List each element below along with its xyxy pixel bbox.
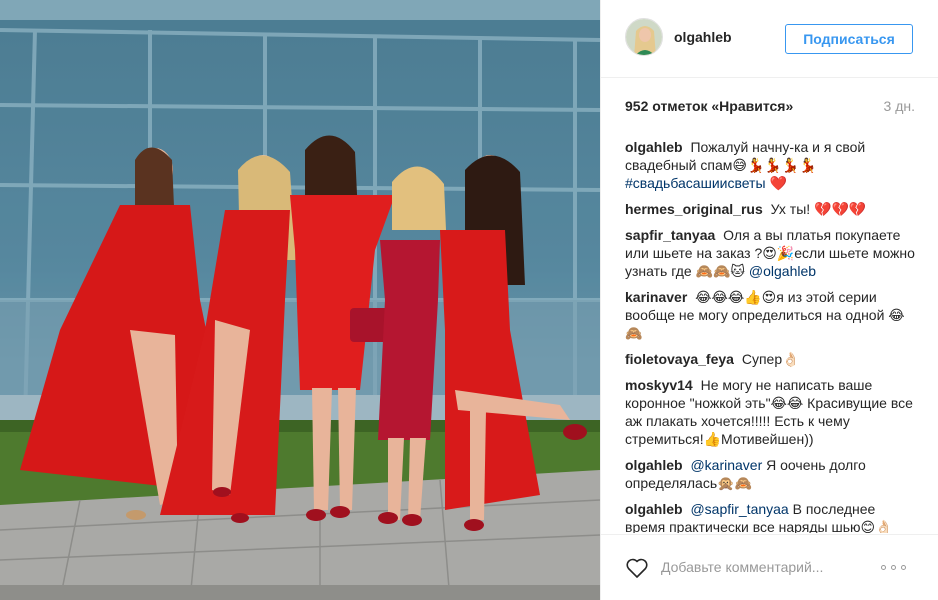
comment-author[interactable]: olgahleb xyxy=(625,501,683,517)
comment-item: olgahleb Пожалуй начну-ка и я свой сваде… xyxy=(625,138,917,192)
comment-text: Ух ты! 💔💔💔 xyxy=(770,201,867,217)
comment-item: olgahleb @karinaver Я оочень долго опред… xyxy=(625,456,917,492)
instagram-post-modal: olgahleb Подписаться 952 отметок «Нравит… xyxy=(0,0,938,600)
comment-item: fioletovaya_feya Супер👌🏻 xyxy=(625,350,917,368)
comment-author[interactable]: hermes_original_rus xyxy=(625,201,763,217)
comment-text: Супер👌🏻 xyxy=(741,351,800,367)
likes-row: 952 отметок «Нравится» 3 дн. xyxy=(625,98,915,116)
avatar-image xyxy=(626,19,662,55)
comment-author[interactable]: moskyv14 xyxy=(625,377,693,393)
comment-item: hermes_original_rus Ух ты! 💔💔💔 xyxy=(625,200,917,218)
post-side-panel: olgahleb Подписаться 952 отметок «Нравит… xyxy=(600,0,938,600)
comment-item: karinaver 😂😂😂👍😍я из этой серии вообще не… xyxy=(625,288,917,342)
comment-author[interactable]: fioletovaya_feya xyxy=(625,351,734,367)
comment-emoji: ❤️ xyxy=(769,175,787,191)
comment-item: moskyv14 Не могу не написать ваше коронн… xyxy=(625,376,917,448)
comment-author[interactable]: olgahleb xyxy=(625,457,683,473)
comment-hashtag[interactable]: #свадьбасашиисветы xyxy=(625,175,766,191)
dot xyxy=(881,564,886,570)
comment-author[interactable]: karinaver xyxy=(625,289,687,305)
post-header: olgahleb Подписаться xyxy=(601,0,938,78)
comment-item: olgahleb @sapfir_tanyaa В последнее врем… xyxy=(625,500,917,533)
comment-item: sapfir_tanyaa Оля а вы платья покупаете … xyxy=(625,226,917,280)
post-photo[interactable] xyxy=(0,0,600,600)
photo-illustration xyxy=(0,0,600,600)
avatar[interactable] xyxy=(625,18,663,56)
post-time-ago[interactable]: 3 дн. xyxy=(884,98,915,114)
comment-mention[interactable]: @sapfir_tanyaa xyxy=(690,501,788,517)
comment-author[interactable]: olgahleb xyxy=(625,139,683,155)
more-options-icon[interactable] xyxy=(881,560,915,574)
heart-outline-icon[interactable] xyxy=(625,557,649,579)
add-comment-input[interactable] xyxy=(661,553,861,581)
likes-count[interactable]: 952 отметок «Нравится» xyxy=(625,98,793,114)
post-author-username[interactable]: olgahleb xyxy=(674,29,732,45)
comment-mention[interactable]: @olgahleb xyxy=(749,263,816,279)
comment-author[interactable]: sapfir_tanyaa xyxy=(625,227,715,243)
dot xyxy=(891,564,896,570)
comments-list[interactable]: olgahleb Пожалуй начну-ка и я свой сваде… xyxy=(625,138,917,533)
follow-button[interactable]: Подписаться xyxy=(785,24,913,54)
comment-mention[interactable]: @karinaver xyxy=(690,457,762,473)
dot xyxy=(901,564,906,570)
comment-footer xyxy=(601,534,938,600)
